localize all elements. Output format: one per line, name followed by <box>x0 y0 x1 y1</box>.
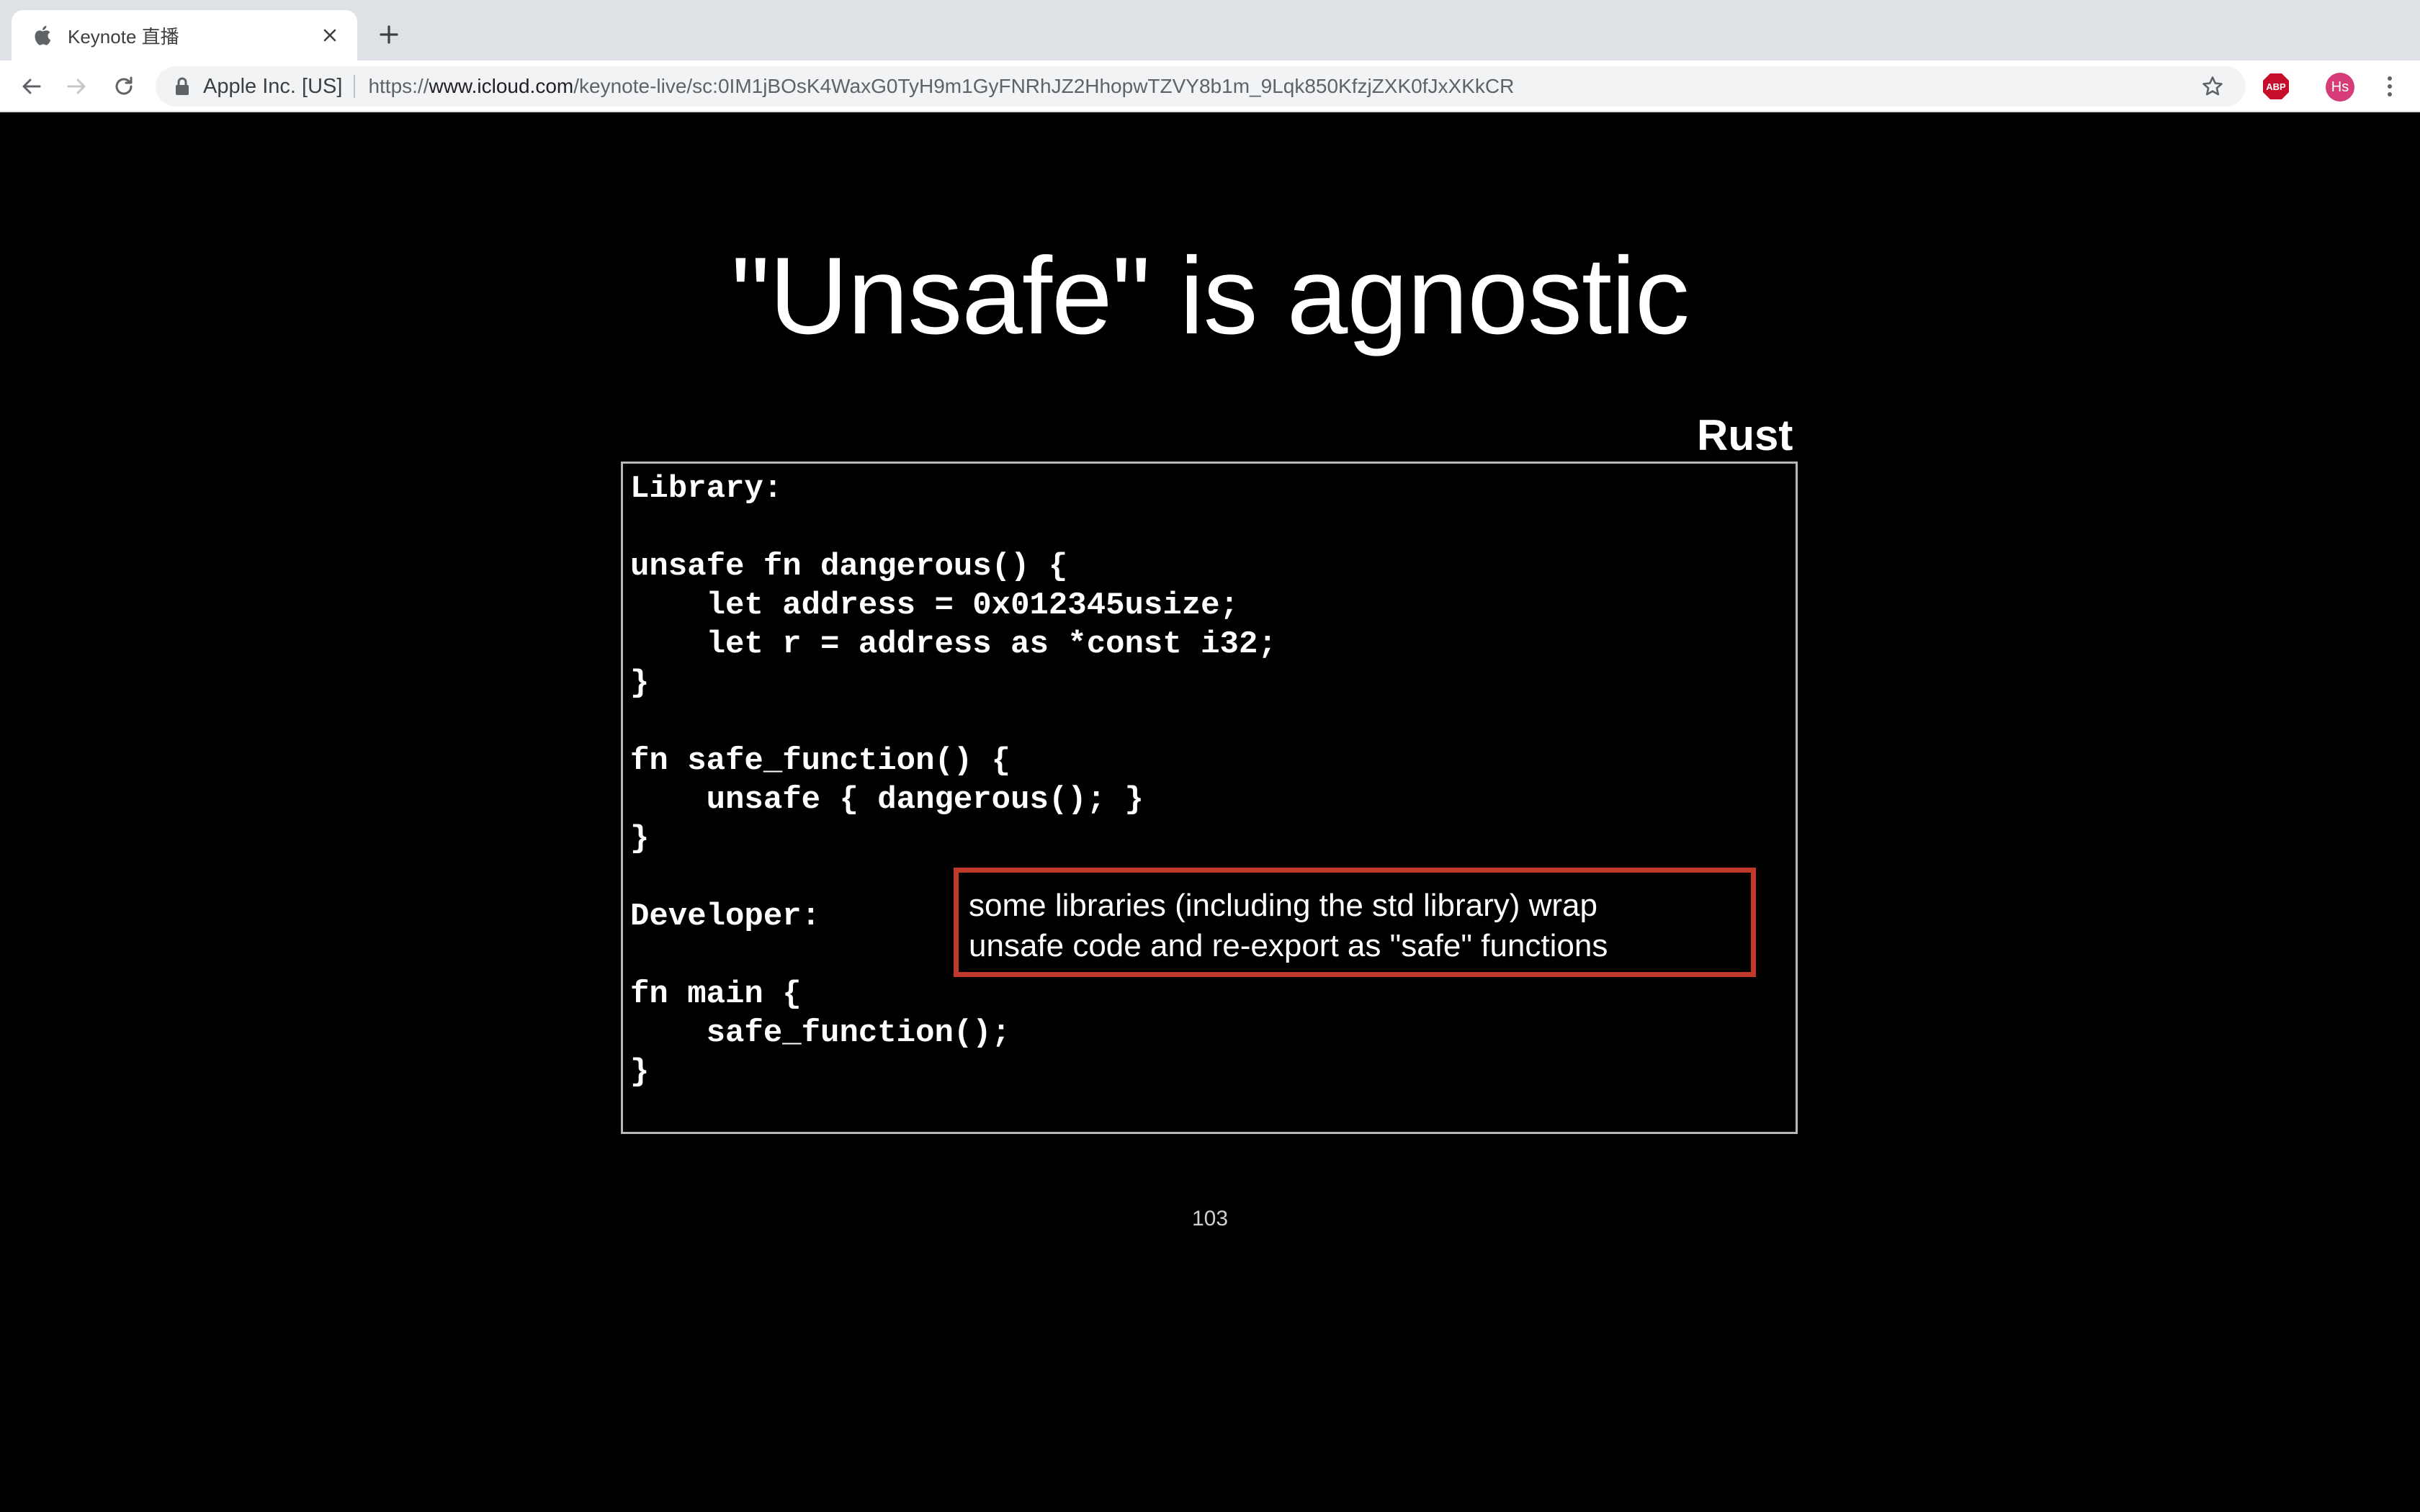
browser-menu-icon[interactable] <box>2377 71 2403 102</box>
reload-icon <box>115 76 133 95</box>
adblock-label: ABP <box>2266 81 2286 92</box>
back-button[interactable] <box>16 71 48 102</box>
url-text[interactable]: https://www.icloud.com/keynote-live/sc:0… <box>368 75 1514 98</box>
code-line: let address = 0x012345usize; <box>630 588 1239 624</box>
code-line: } <box>630 821 650 857</box>
code-line: fn safe_function() { <box>630 743 1011 779</box>
code-line: let r = address as *const i32; <box>630 626 1277 662</box>
language-label: Rust <box>1697 411 1793 459</box>
reload-button[interactable] <box>108 71 140 102</box>
omnibox-separator <box>354 75 356 98</box>
back-arrow-icon <box>22 78 41 94</box>
code-line: } <box>630 665 650 701</box>
callout-box: some libraries (including the std librar… <box>954 868 1756 977</box>
tab-title: Keynote 直播 <box>68 25 179 48</box>
slide-title: "Unsafe" is agnostic <box>731 235 1690 357</box>
browser-toolbar: Apple Inc. [US] https://www.icloud.com/k… <box>0 60 2420 112</box>
browser-tab-keynote[interactable]: Keynote 直播 <box>12 10 357 60</box>
profile-avatar[interactable]: Hs <box>2326 73 2354 102</box>
forward-button[interactable] <box>60 71 92 102</box>
apple-icon <box>29 22 55 48</box>
address-bar[interactable]: Apple Inc. [US] https://www.icloud.com/k… <box>156 66 2246 107</box>
code-block: Library: unsafe fn dangerous() { let add… <box>621 462 1798 1134</box>
code-line: safe_function(); <box>630 1015 1011 1051</box>
code-line: } <box>630 1054 650 1090</box>
callout-line-1: some libraries (including the std librar… <box>969 888 1597 923</box>
url-path: /keynote-live/sc:0IM1jBOsK4WaxG0TyH9m1Gy… <box>573 75 1515 97</box>
code-line: Developer: <box>630 899 821 935</box>
slide-number: 103 <box>1191 1207 1229 1230</box>
bookmark-star-icon[interactable] <box>2198 72 2227 101</box>
code-line: unsafe fn dangerous() { <box>630 549 1068 585</box>
adblock-extension-icon[interactable]: ABP <box>2262 72 2290 101</box>
tab-strip: Keynote 直播 <box>0 0 2420 60</box>
url-host: www.icloud.com <box>429 75 574 97</box>
code-line: unsafe { dangerous(); } <box>630 782 1144 818</box>
forward-arrow-icon <box>67 78 86 94</box>
new-tab-button[interactable] <box>373 19 405 50</box>
close-tab-icon[interactable] <box>317 22 343 48</box>
lock-icon[interactable] <box>173 76 192 97</box>
code-line: fn main { <box>630 976 802 1012</box>
code-line: Library: <box>630 471 783 507</box>
callout-line-2: unsafe code and re-export as "safe" func… <box>969 928 1608 963</box>
site-identity: Apple Inc. [US] <box>203 74 343 98</box>
url-scheme: https:// <box>368 75 429 97</box>
